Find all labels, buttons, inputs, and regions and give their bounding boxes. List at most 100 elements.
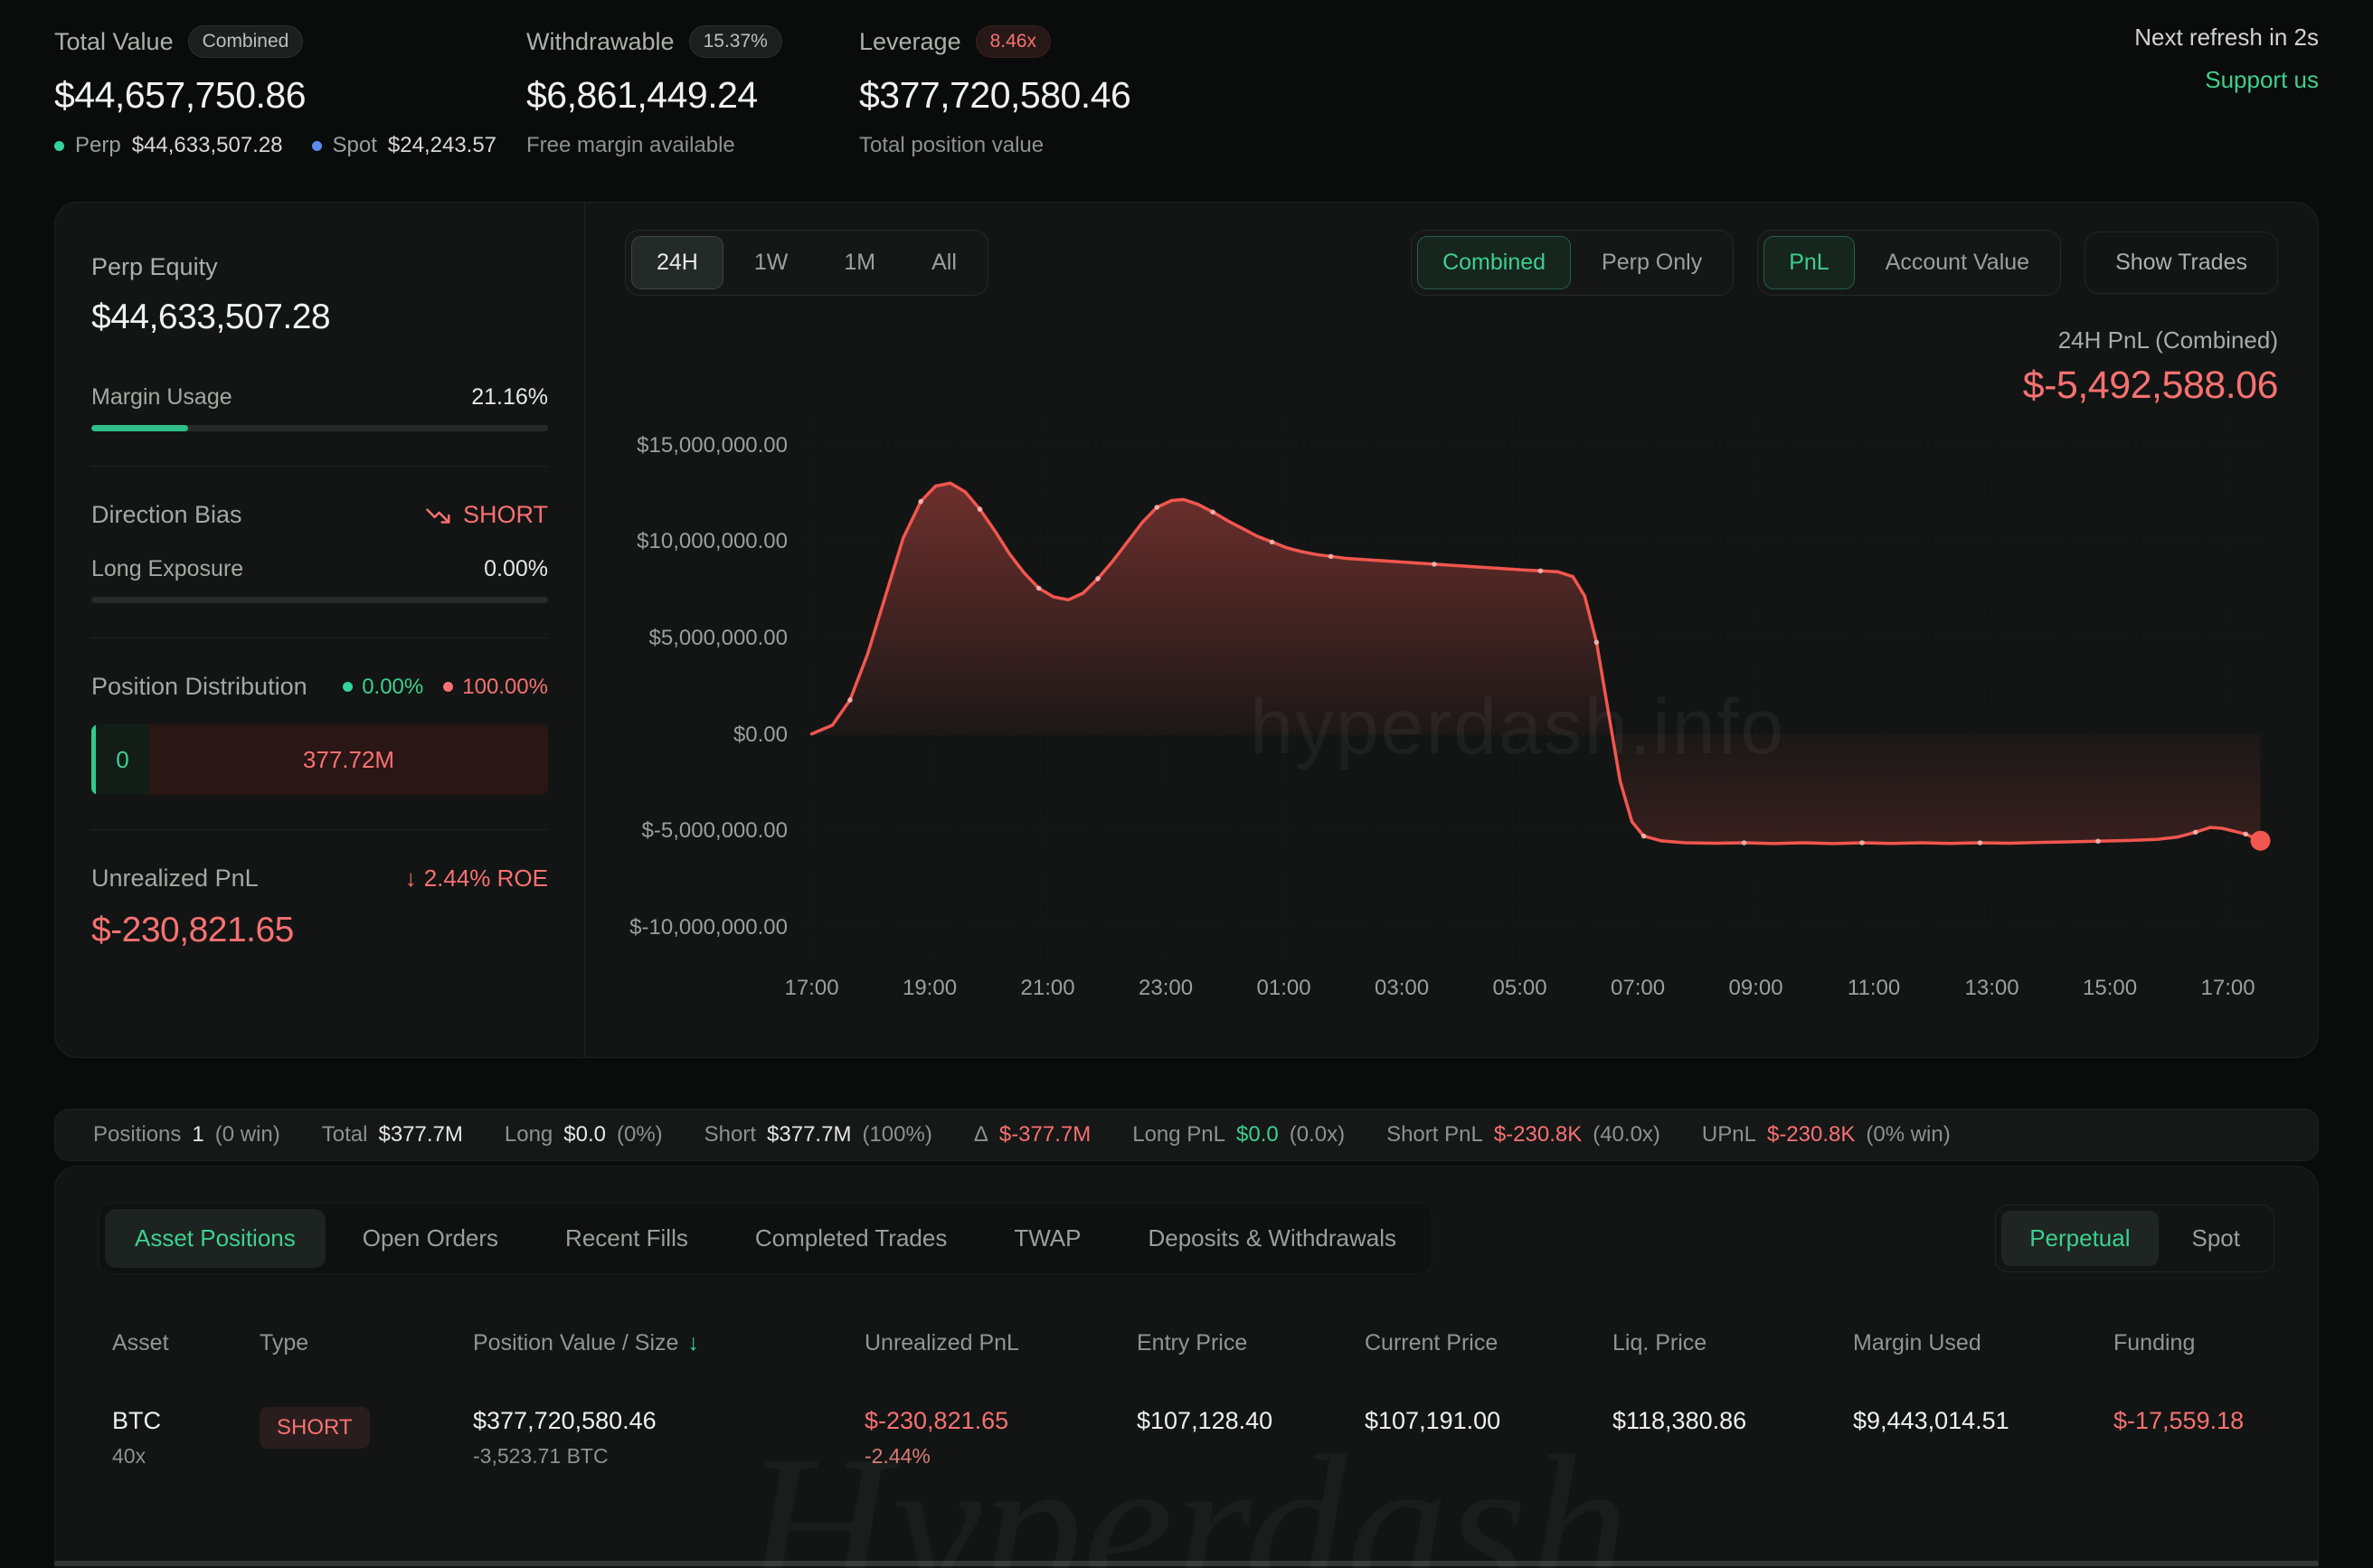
distribution-long-segment: 0 xyxy=(91,724,149,795)
divider xyxy=(91,829,548,830)
x-axis-label: 21:00 xyxy=(1021,976,1075,1001)
stat-value: 1 xyxy=(192,1122,203,1148)
stat-value: $377.7M xyxy=(767,1122,851,1148)
stat-label: Short PnL xyxy=(1386,1122,1483,1148)
long-exposure-value: 0.00% xyxy=(484,556,548,582)
stat-label: Positions xyxy=(93,1122,181,1148)
metric-account-value-button[interactable]: Account Value xyxy=(1860,236,2055,289)
horizontal-scrollbar[interactable] xyxy=(54,1561,2319,1566)
sort-desc-icon: ↓ xyxy=(687,1330,699,1356)
cell-liq-price: $118,380.86 xyxy=(1612,1407,1853,1435)
tab-deposits-withdrawals[interactable]: Deposits & Withdrawals xyxy=(1118,1209,1426,1268)
metric-pnl-button[interactable]: PnL xyxy=(1763,236,1854,289)
col-header-funding[interactable]: Funding xyxy=(2113,1330,2274,1356)
tab-asset-positions[interactable]: Asset Positions xyxy=(105,1209,326,1268)
col-header-unrealized-pnl[interactable]: Unrealized PnL xyxy=(865,1330,1137,1356)
perp-equity-value: $44,633,507.28 xyxy=(91,298,548,337)
col-header-liq-price[interactable]: Liq. Price xyxy=(1612,1330,1853,1356)
col-header-entry-price[interactable]: Entry Price xyxy=(1137,1330,1365,1356)
mode-perp-only-button[interactable]: Perp Only xyxy=(1576,236,1727,289)
stat-long-pnl: Long PnL $0.0 (0.0x) xyxy=(1132,1122,1345,1148)
short-pct-dot-icon xyxy=(443,682,453,692)
y-axis-label: $-5,000,000.00 xyxy=(642,818,788,844)
pnl-area-chart-plot xyxy=(806,420,2266,959)
stat-suffix: (0.0x) xyxy=(1290,1122,1345,1148)
perp-label: Perp xyxy=(75,133,121,158)
col-header-position-value[interactable]: Position Value / Size ↓ xyxy=(473,1330,865,1356)
range-all-button[interactable]: All xyxy=(906,236,982,289)
cell-type: SHORT xyxy=(260,1407,473,1449)
mode-selector: Combined Perp Only xyxy=(1411,230,1734,296)
stat-suffix: (40.0x) xyxy=(1593,1122,1660,1148)
leverage-block: Leverage 8.46x $377,720,580.46 Total pos… xyxy=(859,24,2134,158)
positions-summary-bar: Positions 1 (0 win) Total $377.7M Long $… xyxy=(54,1109,2319,1161)
col-header-asset[interactable]: Asset xyxy=(112,1330,260,1356)
withdrawable-label: Withdrawable xyxy=(526,28,675,56)
account-summary-header: Total Value Combined $44,657,750.86 Perp… xyxy=(0,0,2373,158)
tab-open-orders[interactable]: Open Orders xyxy=(333,1209,528,1268)
trend-down-icon xyxy=(425,502,452,529)
market-perpetual-button[interactable]: Perpetual xyxy=(2001,1211,2158,1266)
stat-value: $-230.8K xyxy=(1767,1122,1855,1148)
range-24h-button[interactable]: 24H xyxy=(631,236,723,289)
unrealized-pnl-label: Unrealized PnL xyxy=(91,864,259,893)
position-distribution-bar: 0 377.72M xyxy=(91,724,548,795)
y-axis-label: $-10,000,000.00 xyxy=(629,915,788,940)
withdrawable-subtext: Free margin available xyxy=(526,133,859,158)
roe-value: 2.44% ROE xyxy=(424,864,548,893)
range-1w-button[interactable]: 1W xyxy=(729,236,814,289)
x-axis-label: 03:00 xyxy=(1375,976,1429,1001)
range-1m-button[interactable]: 1M xyxy=(818,236,901,289)
stat-short: Short $377.7M (100%) xyxy=(704,1122,932,1148)
distribution-short-segment: 377.72M xyxy=(149,724,548,795)
spot-label: Spot xyxy=(333,133,377,158)
total-value-label: Total Value xyxy=(54,28,174,56)
stat-short-pnl: Short PnL $-230.8K (40.0x) xyxy=(1386,1122,1660,1148)
market-spot-button[interactable]: Spot xyxy=(2164,1211,2269,1266)
cell-current-price: $107,191.00 xyxy=(1365,1407,1612,1435)
tab-recent-fills[interactable]: Recent Fills xyxy=(535,1209,718,1268)
col-header-label: Position Value / Size xyxy=(473,1330,678,1356)
dist-short-pct: 100.00% xyxy=(462,675,548,700)
unrealized-pnl-value: $-230,821.65 xyxy=(91,911,548,950)
col-header-margin-used[interactable]: Margin Used xyxy=(1853,1330,2113,1356)
direction-bias-label: Direction Bias xyxy=(91,501,242,529)
x-axis-label: 23:00 xyxy=(1139,976,1193,1001)
withdrawable-pct-badge: 15.37% xyxy=(689,25,782,58)
pnl-chart[interactable]: $15,000,000.00$10,000,000.00$5,000,000.0… xyxy=(625,420,2278,1022)
table-header-row: Asset Type Position Value / Size ↓ Unrea… xyxy=(112,1330,2274,1356)
mode-combined-button[interactable]: Combined xyxy=(1417,236,1571,289)
stat-label: Long xyxy=(505,1122,553,1148)
stat-positions: Positions 1 (0 win) xyxy=(93,1122,280,1148)
unrealized-pnl: $-230,821.65 xyxy=(865,1407,1137,1435)
table-row[interactable]: BTC 40x SHORT $377,720,580.46 -3,523.71 … xyxy=(112,1407,2274,1469)
chart-x-axis: 17:0019:0021:0023:0001:0003:0005:0007:00… xyxy=(806,976,2266,1012)
header-right-block: Next refresh in 2s Support us xyxy=(2134,24,2319,94)
position-value: $377,720,580.46 xyxy=(473,1407,865,1435)
support-us-link[interactable]: Support us xyxy=(2134,66,2319,94)
cell-position-value: $377,720,580.46 -3,523.71 BTC xyxy=(473,1407,865,1469)
chart-pnl-label: 24H PnL (Combined) xyxy=(625,326,2278,354)
col-header-type[interactable]: Type xyxy=(260,1330,473,1356)
x-axis-label: 17:00 xyxy=(2201,976,2255,1001)
tab-completed-trades[interactable]: Completed Trades xyxy=(725,1209,977,1268)
show-trades-button[interactable]: Show Trades xyxy=(2085,231,2278,294)
unrealized-pnl-pct: -2.44% xyxy=(865,1444,1137,1469)
cell-asset: BTC 40x xyxy=(112,1407,260,1469)
stat-suffix: (0%) xyxy=(617,1122,663,1148)
positions-tab-bar: Asset Positions Open Orders Recent Fills… xyxy=(99,1203,1432,1274)
dist-long-pct: 0.00% xyxy=(362,675,423,700)
x-axis-label: 05:00 xyxy=(1493,976,1547,1001)
long-exposure-label: Long Exposure xyxy=(91,556,243,582)
stat-suffix: (100%) xyxy=(862,1122,931,1148)
stat-value: $377.7M xyxy=(378,1122,462,1148)
x-axis-label: 01:00 xyxy=(1257,976,1311,1001)
tab-twap[interactable]: TWAP xyxy=(984,1209,1111,1268)
stat-suffix: (0 win) xyxy=(215,1122,280,1148)
stat-suffix: (0% win) xyxy=(1866,1122,1950,1148)
perp-value: $44,633,507.28 xyxy=(132,133,283,158)
x-axis-label: 15:00 xyxy=(2083,976,2137,1001)
combined-badge: Combined xyxy=(188,25,304,58)
col-header-current-price[interactable]: Current Price xyxy=(1365,1330,1612,1356)
divider xyxy=(91,466,548,467)
